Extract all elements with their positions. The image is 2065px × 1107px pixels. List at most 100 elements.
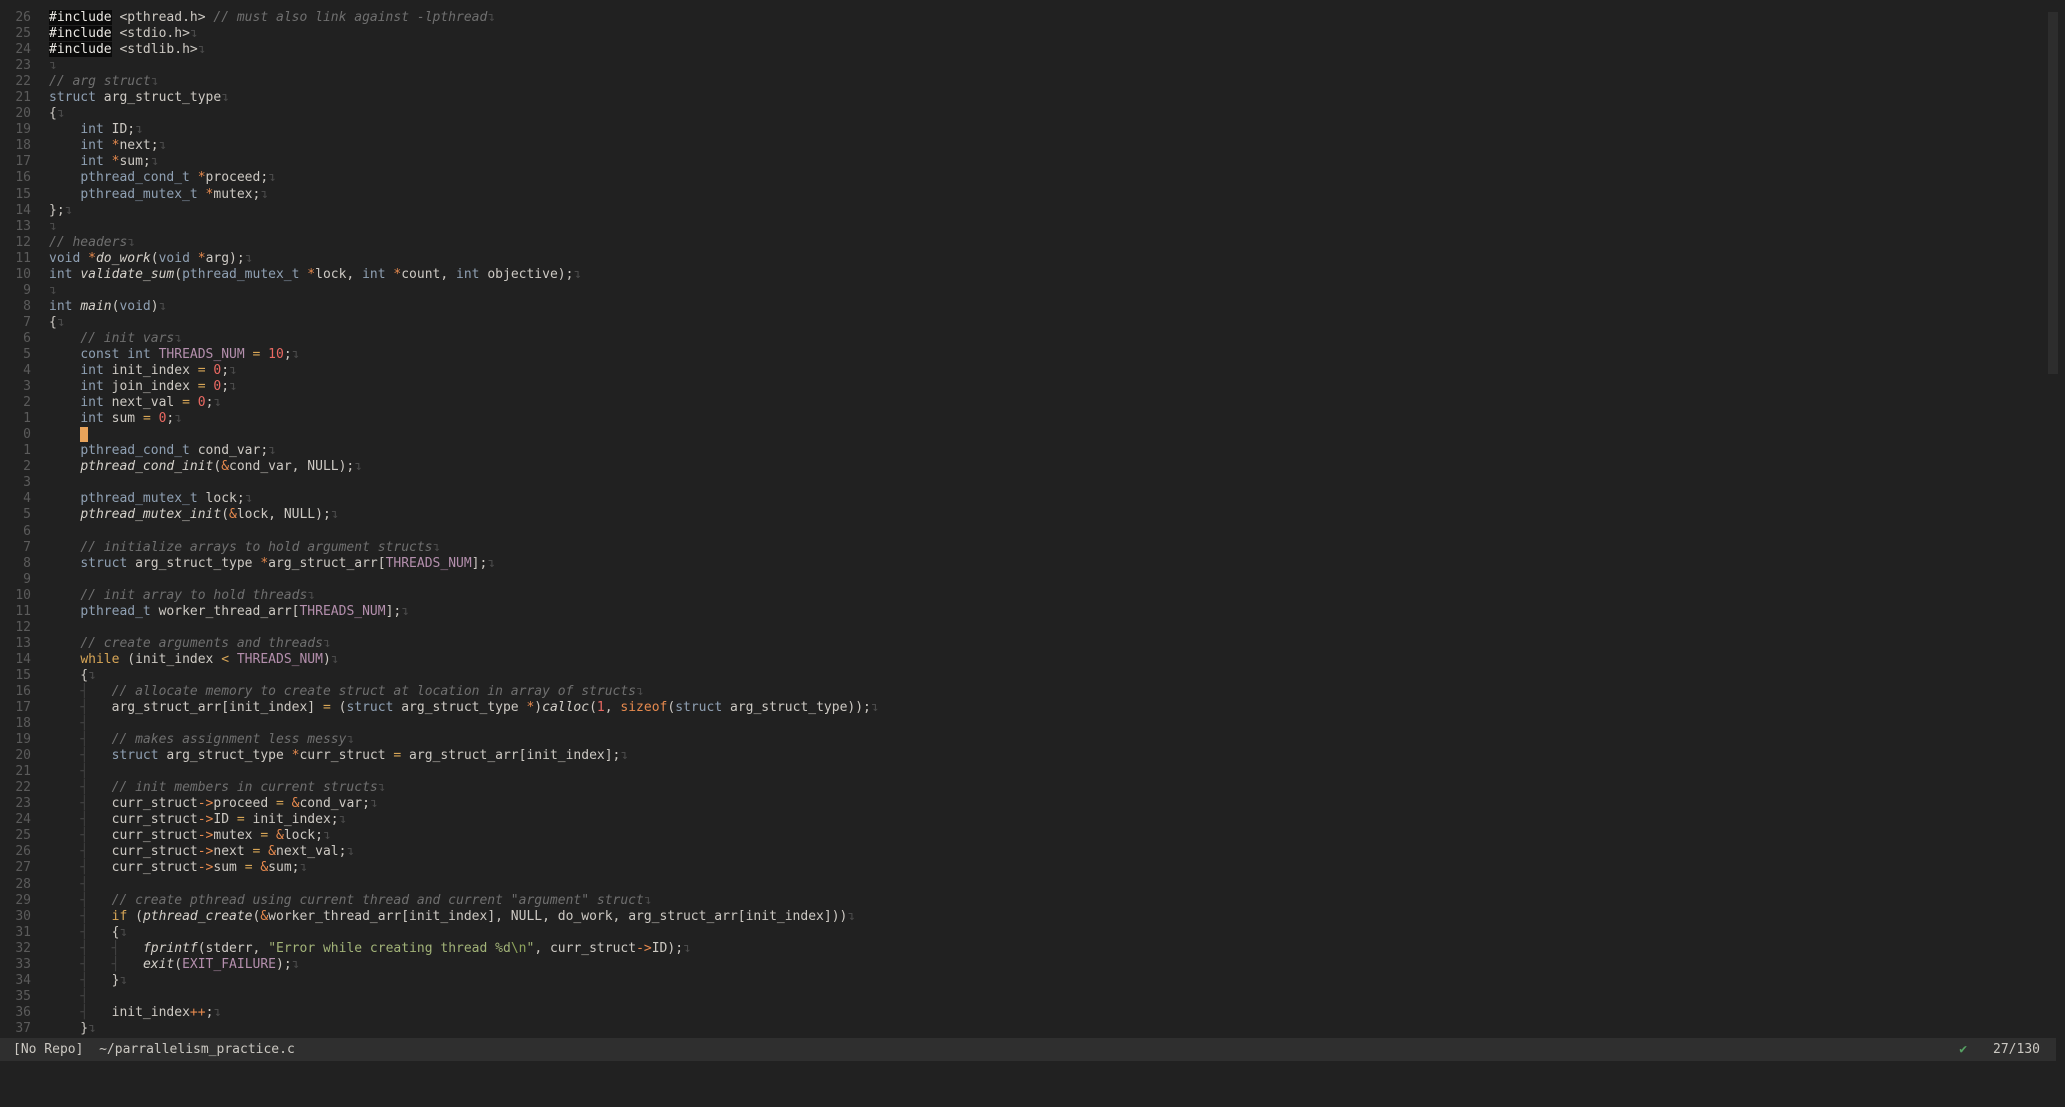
eol-marker-icon: ↴ (292, 347, 300, 362)
eol-marker-icon: ↴ (871, 700, 879, 715)
line-number: 12 (0, 620, 31, 636)
code-segment (49, 540, 80, 555)
code-line[interactable]: 15 pthread_mutex_t *mutex;↴ (0, 187, 2065, 203)
code-line[interactable]: 34 ┤ }↴ (0, 973, 2065, 989)
code-line[interactable]: 19 ┤ // makes assignment less messy↴ (0, 732, 2065, 748)
code-line[interactable]: 27 ┤ curr_struct->sum = &sum;↴ (0, 860, 2065, 876)
code-line[interactable]: 20{↴ (0, 106, 2065, 122)
scrollbar-thumb[interactable] (2048, 12, 2058, 374)
indent-space (49, 877, 80, 892)
code-line[interactable]: 6 (0, 524, 2065, 540)
code-line[interactable]: 10 // init array to hold threads↴ (0, 588, 2065, 604)
eol-marker-icon: ↴ (573, 267, 581, 282)
code-segment: = (323, 700, 331, 715)
code-line[interactable]: 8 struct arg_struct_type *arg_struct_arr… (0, 556, 2065, 572)
code-segment (49, 588, 80, 603)
indent-space (49, 893, 80, 908)
code-buffer[interactable]: 26#include <pthread.h> // must also link… (0, 10, 2065, 1037)
code-segment: do_work (96, 251, 151, 266)
code-segment: cond_var, NULL); (229, 459, 354, 474)
code-line[interactable]: 2 int next_val = 0;↴ (0, 395, 2065, 411)
code-line[interactable]: 9 (0, 572, 2065, 588)
indent-space (88, 941, 111, 956)
code-line[interactable]: 5 pthread_mutex_init(&lock, NULL);↴ (0, 507, 2065, 523)
code-line[interactable]: 10int validate_sum(pthread_mutex_t *lock… (0, 267, 2065, 283)
code-segment: }; (49, 203, 65, 218)
indent-space (49, 748, 80, 763)
code-line[interactable]: 22 ┤ // init members in current structs↴ (0, 780, 2065, 796)
code-line[interactable]: 3 int join_index = 0;↴ (0, 379, 2065, 395)
code-line[interactable]: 24#include <stdlib.h>↴ (0, 42, 2065, 58)
code-line[interactable]: 6 // init vars↴ (0, 331, 2065, 347)
code-line[interactable]: 23 ┤ curr_struct->proceed = &cond_var;↴ (0, 796, 2065, 812)
indent-space (88, 716, 111, 731)
code-line[interactable]: 19 int ID;↴ (0, 122, 2065, 138)
indent-guide-icon: ┤ (80, 732, 88, 747)
code-line[interactable]: 28 ┤ (0, 877, 2065, 893)
line-number: 33 (0, 957, 31, 973)
code-line[interactable]: 14};↴ (0, 203, 2065, 219)
code-line[interactable]: 7{↴ (0, 315, 2065, 331)
code-segment: < (221, 652, 229, 667)
code-line[interactable]: 9↴ (0, 283, 2065, 299)
code-segment: next_val (104, 395, 182, 410)
code-line[interactable]: 33 ┤ ┤ exit(EXIT_FAILURE);↴ (0, 957, 2065, 973)
code-line[interactable]: 13 // create arguments and threads↴ (0, 636, 2065, 652)
line-number: 35 (0, 989, 31, 1005)
code-segment: arg_struct_type)); (722, 700, 871, 715)
code-segment: = (182, 395, 190, 410)
code-line[interactable]: 30 ┤ if (pthread_create(&worker_thread_a… (0, 909, 2065, 925)
code-line[interactable]: 8int main(void)↴ (0, 299, 2065, 315)
code-line[interactable]: 17 int *sum;↴ (0, 154, 2065, 170)
code-line[interactable]: 3 (0, 475, 2065, 491)
code-line[interactable]: 31 ┤ {↴ (0, 925, 2065, 941)
code-line[interactable]: 13↴ (0, 219, 2065, 235)
code-segment (49, 331, 80, 346)
code-line[interactable]: 25#include <stdio.h>↴ (0, 26, 2065, 42)
code-line[interactable]: 11void *do_work(void *arg);↴ (0, 251, 2065, 267)
code-line[interactable]: 16 ┤ // allocate memory to create struct… (0, 684, 2065, 700)
code-line[interactable]: 37 }↴ (0, 1021, 2065, 1037)
code-line[interactable]: 15 {↴ (0, 668, 2065, 684)
code-segment: void (49, 251, 80, 266)
code-line[interactable]: 20 ┤ struct arg_struct_type *curr_struct… (0, 748, 2065, 764)
code-line[interactable]: 14 while (init_index < THREADS_NUM)↴ (0, 652, 2065, 668)
code-line[interactable]: 36 ┤ init_index++;↴ (0, 1005, 2065, 1021)
code-line[interactable]: 22// arg struct↴ (0, 74, 2065, 90)
code-line[interactable]: 32 ┤ ┤ fprintf(stderr, "Error while crea… (0, 941, 2065, 957)
code-segment: ; (284, 347, 292, 362)
code-line[interactable]: 21 ┤ (0, 764, 2065, 780)
code-line[interactable]: 12// headers↴ (0, 235, 2065, 251)
code-segment: void (119, 299, 150, 314)
code-line[interactable]: 7 // initialize arrays to hold argument … (0, 540, 2065, 556)
code-line[interactable]: 17 ┤ arg_struct_arr[init_index] = (struc… (0, 700, 2065, 716)
code-line[interactable]: 0 (0, 427, 2065, 443)
code-line[interactable]: 35 ┤ (0, 989, 2065, 1005)
indent-guide-icon: ┤ (80, 780, 88, 795)
code-line[interactable]: 1 int sum = 0;↴ (0, 411, 2065, 427)
code-line[interactable]: 26#include <pthread.h> // must also link… (0, 10, 2065, 26)
code-line[interactable]: 25 ┤ curr_struct->mutex = &lock;↴ (0, 828, 2065, 844)
code-segment (49, 459, 80, 474)
eol-marker-icon: ↴ (88, 668, 96, 683)
code-segment: { (49, 668, 88, 683)
code-line[interactable]: 1 pthread_cond_t cond_var;↴ (0, 443, 2065, 459)
code-line[interactable]: 16 pthread_cond_t *proceed;↴ (0, 170, 2065, 186)
code-line[interactable]: 4 int init_index = 0;↴ (0, 363, 2065, 379)
code-line[interactable]: 21struct arg_struct_type↴ (0, 90, 2065, 106)
code-line[interactable]: 23↴ (0, 58, 2065, 74)
code-line[interactable]: 2 pthread_cond_init(&cond_var, NULL);↴ (0, 459, 2065, 475)
eol-marker-icon: ↴ (49, 219, 57, 234)
code-line[interactable]: 18 int *next;↴ (0, 138, 2065, 154)
code-line[interactable]: 4 pthread_mutex_t lock;↴ (0, 491, 2065, 507)
code-line[interactable]: 11 pthread_t worker_thread_arr[THREADS_N… (0, 604, 2065, 620)
code-line[interactable]: 26 ┤ curr_struct->next = &next_val;↴ (0, 844, 2065, 860)
code-line[interactable]: 24 ┤ curr_struct->ID = init_index;↴ (0, 812, 2065, 828)
indent-space (88, 925, 111, 940)
eol-marker-icon: ↴ (221, 90, 229, 105)
code-line[interactable]: 18 ┤ (0, 716, 2065, 732)
code-line[interactable]: 12 (0, 620, 2065, 636)
code-line[interactable]: 5 const int THREADS_NUM = 10;↴ (0, 347, 2065, 363)
code-line[interactable]: 29 ┤ // create pthread using current thr… (0, 893, 2065, 909)
indent-space (49, 1005, 80, 1020)
